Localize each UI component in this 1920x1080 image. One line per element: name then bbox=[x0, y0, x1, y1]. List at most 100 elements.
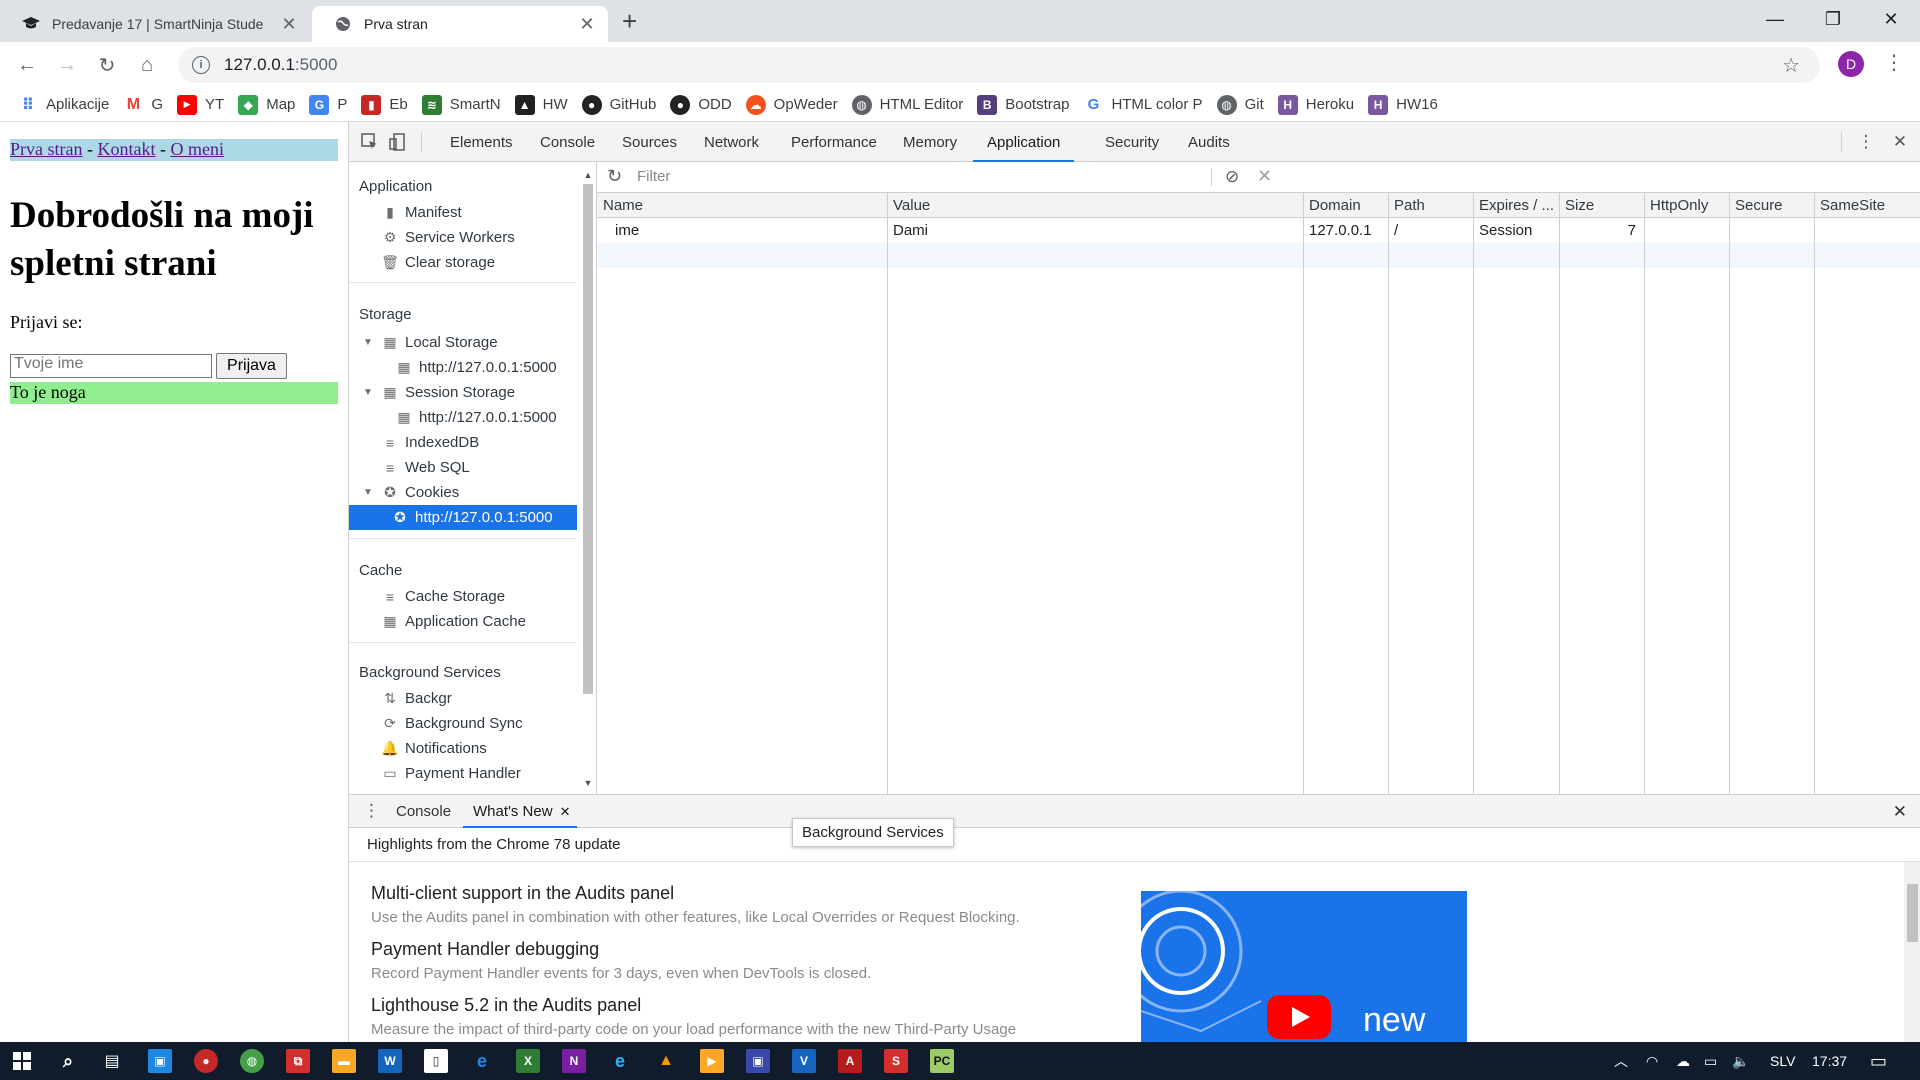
column-header-secure[interactable]: Secure bbox=[1729, 193, 1814, 218]
cookie-domain-cell[interactable]: 127.0.0.1 bbox=[1303, 218, 1388, 243]
column-header-size[interactable]: Size bbox=[1559, 193, 1644, 218]
drawer-tab-console[interactable]: Console bbox=[386, 795, 461, 828]
vlc-icon[interactable]: ▲ bbox=[654, 1049, 678, 1073]
close-drawer-icon[interactable]: ✕ bbox=[1893, 802, 1907, 822]
youtube-play-icon[interactable] bbox=[1267, 995, 1331, 1039]
tab-console[interactable]: Console bbox=[526, 122, 609, 162]
column-header-value[interactable]: Value bbox=[887, 193, 1303, 218]
scrollbar-thumb[interactable] bbox=[583, 184, 593, 694]
action-center-icon[interactable]: ▭ bbox=[1870, 1042, 1887, 1080]
bookmark-html-editor[interactable]: ◍ HTML Editor bbox=[851, 94, 963, 115]
tab-elements[interactable]: Elements bbox=[436, 122, 527, 162]
onenote-icon[interactable]: N bbox=[562, 1049, 586, 1073]
tab-application[interactable]: Application bbox=[973, 122, 1075, 162]
bookmark-yt[interactable]: ▶ YT bbox=[177, 94, 224, 115]
sidebar-item-manifest[interactable]: ▮ Manifest bbox=[381, 200, 462, 225]
sidebar-item-cache-storage[interactable]: ≡ Cache Storage bbox=[381, 584, 505, 609]
scroll-down-icon[interactable]: ▼ bbox=[581, 778, 595, 788]
notepad-icon[interactable]: ▯ bbox=[424, 1049, 448, 1073]
app-icon[interactable]: ▣ bbox=[148, 1049, 172, 1073]
volume-icon[interactable]: 🔈 bbox=[1732, 1042, 1749, 1080]
sidebar-item-websql[interactable]: ≡ Web SQL bbox=[381, 455, 470, 480]
cookie-name-cell[interactable]: ime bbox=[597, 218, 887, 243]
avatar[interactable]: D bbox=[1838, 51, 1864, 77]
bookmark-odd[interactable]: ● ODD bbox=[670, 94, 732, 115]
expand-triangle-icon[interactable]: ▼ bbox=[363, 487, 373, 498]
bookmark-smartn[interactable]: ≋ SmartN bbox=[421, 94, 501, 115]
bookmark-bootstrap[interactable]: B Bootstrap bbox=[977, 94, 1069, 115]
sidebar-item-background-fetch[interactable]: ⇅ Backgr bbox=[381, 686, 452, 711]
bookmark-heroku[interactable]: H Heroku bbox=[1277, 94, 1354, 115]
sidebar-item-session-storage-origin[interactable]: ▦ http://127.0.0.1:5000 bbox=[395, 405, 556, 430]
expand-triangle-icon[interactable]: ▼ bbox=[363, 387, 373, 398]
search-icon[interactable]: ⌕ bbox=[56, 1049, 80, 1073]
back-button[interactable]: ← bbox=[12, 50, 42, 80]
sidebar-item-notifications[interactable]: 🔔 Notifications bbox=[381, 736, 486, 761]
close-tab-icon[interactable]: ✕ bbox=[578, 14, 596, 35]
pycharm-icon[interactable]: PC bbox=[930, 1049, 954, 1073]
bookmark-eb[interactable]: ▮ Eb bbox=[361, 94, 408, 115]
column-header-httponly[interactable]: HttpOnly bbox=[1644, 193, 1729, 218]
news-title[interactable]: Multi-client support in the Audits panel bbox=[371, 883, 1020, 904]
news-item[interactable]: Payment Handler debugging Record Payment… bbox=[371, 939, 871, 982]
close-devtools-icon[interactable]: ✕ bbox=[1889, 131, 1911, 153]
sidebar-item-cookies[interactable]: ✪ Cookies bbox=[381, 480, 459, 505]
tab-memory[interactable]: Memory bbox=[889, 122, 971, 162]
forward-button[interactable]: → bbox=[52, 50, 82, 80]
language-indicator[interactable]: SLV bbox=[1770, 1042, 1795, 1080]
bookmark-hw[interactable]: ▲ HW bbox=[514, 94, 568, 115]
column-header-path[interactable]: Path bbox=[1388, 193, 1473, 218]
app-icon[interactable]: ◍ bbox=[240, 1049, 264, 1073]
tab-audits[interactable]: Audits bbox=[1174, 122, 1244, 162]
battery-icon[interactable]: ▭ bbox=[1704, 1042, 1717, 1080]
bookmark-opweder[interactable]: ☁ OpWeder bbox=[745, 94, 838, 115]
delete-selected-icon[interactable]: ✕ bbox=[1257, 166, 1272, 187]
clear-all-icon[interactable]: ⊘ bbox=[1225, 167, 1239, 187]
column-header-name[interactable]: Name bbox=[597, 193, 887, 218]
column-header-expires[interactable]: Expires / ... bbox=[1473, 193, 1559, 218]
new-tab-button[interactable]: + bbox=[622, 8, 637, 34]
nav-link-kontakt[interactable]: Kontakt bbox=[97, 139, 155, 159]
excel-icon[interactable]: X bbox=[516, 1049, 540, 1073]
cookie-value-cell[interactable]: Dami bbox=[887, 218, 1303, 243]
save-icon[interactable]: ▣ bbox=[746, 1049, 770, 1073]
task-view-icon[interactable]: ▤ bbox=[100, 1049, 124, 1073]
bookmark-g[interactable]: MG bbox=[123, 95, 163, 115]
edge-icon[interactable]: e bbox=[608, 1049, 632, 1073]
submit-button[interactable]: Prijava bbox=[216, 353, 287, 379]
drawer-tab-whats-new[interactable]: What's New ✕ bbox=[463, 795, 577, 828]
cookie-samesite-cell[interactable] bbox=[1814, 218, 1920, 243]
windows-start-icon[interactable] bbox=[10, 1049, 34, 1073]
sidebar-item-application-cache[interactable]: ▦ Application Cache bbox=[381, 609, 526, 634]
nav-link-prva-stran[interactable]: Prva stran bbox=[10, 139, 82, 159]
cookie-httponly-cell[interactable] bbox=[1644, 218, 1729, 243]
tab-prva-stran[interactable]: Prva stran ✕ bbox=[312, 6, 608, 42]
word-icon[interactable]: W bbox=[378, 1049, 402, 1073]
wifi-icon[interactable]: ◠ bbox=[1646, 1042, 1658, 1080]
close-tab-icon[interactable]: ✕ bbox=[560, 795, 571, 828]
drawer-scrollbar[interactable] bbox=[1904, 862, 1920, 1043]
acrobat-icon[interactable]: A bbox=[838, 1049, 862, 1073]
app-icon[interactable]: ● bbox=[194, 1049, 218, 1073]
device-toolbar-icon[interactable] bbox=[387, 131, 409, 153]
news-item[interactable]: Lighthouse 5.2 in the Audits panel Measu… bbox=[371, 995, 1016, 1038]
name-input[interactable]: Tvoje ime bbox=[10, 354, 212, 378]
filter-input[interactable]: Filter bbox=[631, 166, 1201, 188]
expand-triangle-icon[interactable]: ▼ bbox=[363, 337, 373, 348]
bookmark-html-color[interactable]: G HTML color P bbox=[1083, 95, 1203, 115]
news-item[interactable]: Multi-client support in the Audits panel… bbox=[371, 883, 1020, 926]
inspect-element-icon[interactable] bbox=[359, 131, 381, 153]
column-header-domain[interactable]: Domain bbox=[1303, 193, 1388, 218]
pdf-icon[interactable]: ⧉ bbox=[286, 1049, 310, 1073]
bookmark-p[interactable]: GP bbox=[309, 94, 347, 115]
column-header-samesite[interactable]: SameSite bbox=[1814, 193, 1920, 218]
drawer-menu-icon[interactable]: ⋮ bbox=[363, 801, 380, 821]
cookie-expires-cell[interactable]: Session bbox=[1473, 218, 1559, 243]
nav-link-o-meni[interactable]: O meni bbox=[170, 139, 224, 159]
restore-button[interactable]: ❐ bbox=[1804, 0, 1862, 38]
tab-security[interactable]: Security bbox=[1091, 122, 1173, 162]
tab-smartninja[interactable]: Predavanje 17 | SmartNinja Stude ✕ bbox=[0, 6, 310, 42]
home-button[interactable]: ⌂ bbox=[132, 50, 162, 80]
sidebar-item-cookies-origin[interactable]: ✪ http://127.0.0.1:5000 bbox=[349, 505, 577, 530]
news-title[interactable]: Lighthouse 5.2 in the Audits panel bbox=[371, 995, 1016, 1016]
